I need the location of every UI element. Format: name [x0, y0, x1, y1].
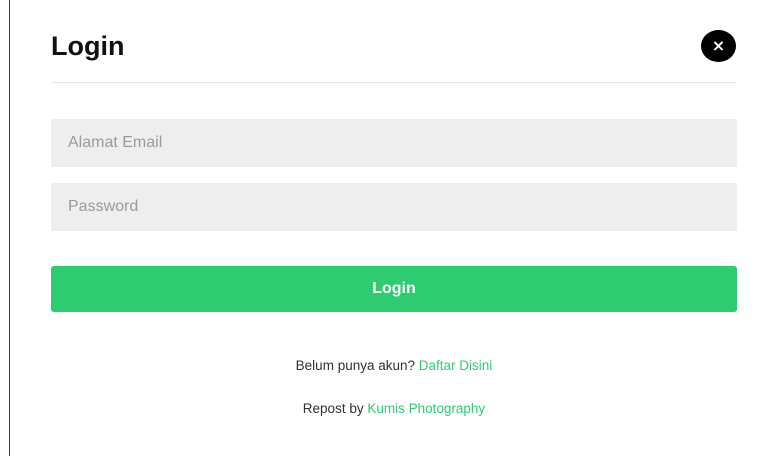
modal-header: Login × [51, 0, 736, 83]
register-link[interactable]: Daftar Disini [419, 358, 493, 373]
register-line: Belum punya akun? Daftar Disini [51, 358, 737, 373]
repost-line: Repost by Kumis Photography [51, 401, 737, 416]
login-button[interactable]: Login [51, 266, 737, 312]
register-prompt: Belum punya akun? [295, 358, 416, 373]
password-field[interactable] [51, 183, 737, 231]
login-modal: Login × Login Belum punya akun? Daftar D… [10, 0, 764, 456]
email-field[interactable] [51, 119, 737, 167]
close-button[interactable]: × [701, 30, 736, 62]
modal-title: Login [51, 31, 125, 61]
repost-link[interactable]: Kumis Photography [367, 401, 485, 416]
repost-prefix: Repost by [302, 401, 364, 416]
close-icon: × [711, 36, 726, 55]
